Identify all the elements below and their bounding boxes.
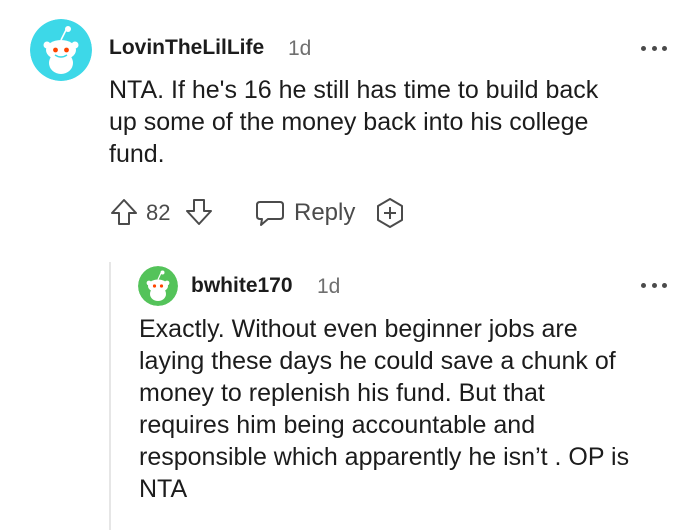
avatar[interactable] [138, 266, 178, 306]
more-options-icon[interactable] [641, 43, 667, 53]
comment-timestamp: 1d [288, 37, 312, 60]
comment-body-line: up some of the money back into his colle… [109, 108, 589, 136]
reply-body-line: NTA [139, 475, 188, 503]
downvote-icon[interactable] [184, 197, 214, 227]
reply-icon[interactable] [254, 198, 286, 228]
reply-body-line: requires him being accountable and [139, 411, 536, 439]
snoo-avatar-icon [30, 19, 92, 81]
comment-body: NTA. If he's 16 he still has time to bui… [109, 74, 598, 170]
upvote-icon[interactable] [109, 197, 139, 227]
thread-line[interactable] [109, 262, 111, 530]
reply-body: Exactly. Without even beginner jobs are … [139, 313, 629, 505]
comment-username[interactable]: LovinTheLilLife [109, 34, 264, 62]
snoo-avatar-icon [138, 266, 178, 306]
comment-thread: LovinTheLilLife 1d NTA. If he's 16 he st… [0, 0, 700, 530]
reply-body-line: responsible which apparently he isn’t . … [139, 443, 630, 471]
avatar[interactable] [30, 19, 92, 81]
more-options-icon[interactable] [641, 280, 667, 290]
reply-button[interactable]: Reply [294, 199, 355, 227]
reply-body-line: laying these days he could save a chunk … [139, 347, 616, 375]
award-icon[interactable] [374, 197, 406, 229]
vote-count: 82 [146, 200, 171, 225]
reply-username[interactable]: bwhite170 [191, 272, 293, 300]
comment-body-line: fund. [109, 140, 165, 168]
reply-body-line: Exactly. Without even beginner jobs are [139, 315, 578, 343]
reply-body-line: money to replenish his fund. But that [139, 379, 545, 407]
comment-body-line: NTA. If he's 16 he still has time to bui… [109, 76, 599, 104]
reply-timestamp: 1d [317, 275, 341, 298]
